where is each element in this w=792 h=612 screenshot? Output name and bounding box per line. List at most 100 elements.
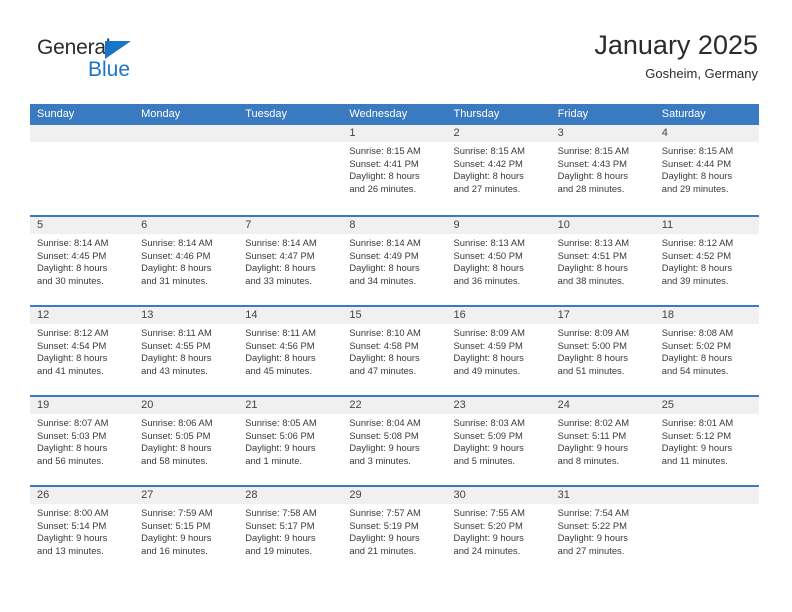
day-daylight1-text: Daylight: 9 hours [349, 442, 420, 454]
day-daylight2-text: and 19 minutes. [245, 544, 312, 556]
day-daylight1-text: Daylight: 9 hours [245, 532, 316, 544]
day-daylight2-text: and 8 minutes. [557, 454, 620, 466]
day-details: Sunrise: 8:00 AM Sunset: 5:14 PM Daylight:… [30, 504, 134, 557]
day-sunset-text: Sunset: 4:44 PM [661, 157, 732, 169]
calendar-day-cell[interactable]: 4 Sunrise: 8:15 AM Sunset: 4:44 PM Daylight… [654, 125, 759, 215]
flag-triangle-icon [105, 41, 131, 59]
day-sunset-text: Sunset: 4:46 PM [141, 249, 211, 261]
day-daylight2-text: and 45 minutes. [245, 364, 312, 376]
calendar-day-cell[interactable]: 29 Sunrise: 7:57 AM Sunset: 5:19 PM Dayligh… [342, 487, 447, 575]
weekday-header-saturday: Saturday [661, 108, 706, 120]
day-daylight1-text: Daylight: 9 hours [349, 532, 420, 544]
day-sunset-text: Sunset: 4:47 PM [245, 249, 315, 261]
day-sunset-text: Sunset: 4:43 PM [557, 157, 627, 169]
calendar-day-cell[interactable]: 11 Sunrise: 8:12 AM Sunset: 4:52 PM Dayligh… [654, 217, 759, 305]
calendar-day-cell[interactable]: 2 Sunrise: 8:15 AM Sunset: 4:42 PM Daylight… [446, 125, 551, 215]
calendar-day-cell[interactable]: 23 Sunrise: 8:03 AM Sunset: 5:09 PM Dayligh… [446, 397, 551, 485]
day-sunrise-text: Sunrise: 8:03 AM [453, 417, 525, 428]
day-sunrise-text: Sunrise: 7:55 AM [453, 507, 525, 518]
day-daylight2-text: and 49 minutes. [453, 364, 521, 376]
calendar-day-cell[interactable]: 7 Sunrise: 8:14 AM Sunset: 4:47 PM Daylight… [238, 217, 343, 305]
calendar-day-cell[interactable]: 28 Sunrise: 7:58 AM Sunset: 5:17 PM Dayligh… [238, 487, 343, 575]
day-sunset-text: Sunset: 4:50 PM [453, 249, 523, 261]
day-details: Sunrise: 8:13 AM Sunset: 4:50 PM Daylight:… [447, 234, 551, 287]
day-sunrise-text: Sunrise: 8:12 AM [37, 327, 109, 338]
location-subtitle: Gosheim, Germany [645, 66, 758, 81]
calendar-day-cell[interactable]: 19 Sunrise: 8:07 AM Sunset: 5:03 PM Dayligh… [30, 397, 135, 485]
day-sunrise-text: Sunrise: 8:07 AM [37, 417, 109, 428]
calendar-day-cell[interactable]: 26 Sunrise: 8:00 AM Sunset: 5:14 PM Dayligh… [30, 487, 135, 575]
calendar-day-cell[interactable]: 13 Sunrise: 8:11 AM Sunset: 4:55 PM Dayligh… [134, 307, 239, 395]
day-daylight2-text: and 36 minutes. [453, 274, 521, 286]
day-sunrise-text: Sunrise: 8:05 AM [245, 417, 317, 428]
day-sunset-text: Sunset: 5:22 PM [557, 519, 627, 531]
day-sunrise-text: Sunrise: 8:01 AM [661, 417, 734, 428]
calendar-week-row: 19 Sunrise: 8:07 AM Sunset: 5:03 PM Dayligh… [30, 395, 759, 485]
calendar-day-cell[interactable]: 14 Sunrise: 8:11 AM Sunset: 4:56 PM Dayligh… [238, 307, 343, 395]
calendar-day-cell[interactable]: 27 Sunrise: 7:59 AM Sunset: 5:15 PM Dayligh… [134, 487, 239, 575]
calendar-day-cell[interactable]: 25 Sunrise: 8:01 AM Sunset: 5:12 PM Dayligh… [654, 397, 759, 485]
title-block: January 2025 Gosheim, Germany [594, 28, 758, 83]
calendar-day-cell[interactable]: 9 Sunrise: 8:13 AM Sunset: 4:50 PM Daylight… [446, 217, 551, 305]
day-details: Sunrise: 8:14 AM Sunset: 4:46 PM Daylight:… [134, 234, 238, 287]
calendar-day-cell-empty [238, 125, 343, 215]
day-number: 12 [30, 307, 135, 324]
day-details: Sunrise: 7:54 AM Sunset: 5:22 PM Daylight:… [551, 504, 655, 557]
calendar-day-cell[interactable]: 31 Sunrise: 7:54 AM Sunset: 5:22 PM Dayligh… [550, 487, 655, 575]
calendar-day-cell[interactable]: 5 Sunrise: 8:14 AM Sunset: 4:45 PM Daylight… [30, 217, 135, 305]
day-sunset-text: Sunset: 5:15 PM [141, 519, 211, 531]
calendar-day-cell[interactable]: 18 Sunrise: 8:08 AM Sunset: 5:02 PM Dayligh… [654, 307, 759, 395]
day-daylight1-text: Daylight: 8 hours [245, 352, 316, 364]
day-daylight1-text: Daylight: 9 hours [557, 532, 628, 544]
day-daylight1-text: Daylight: 8 hours [453, 352, 524, 364]
calendar-day-cell[interactable]: 10 Sunrise: 8:13 AM Sunset: 4:51 PM Dayligh… [550, 217, 655, 305]
day-daylight1-text: Daylight: 8 hours [37, 442, 108, 454]
calendar-day-cell[interactable]: 30 Sunrise: 7:55 AM Sunset: 5:20 PM Dayligh… [446, 487, 551, 575]
day-sunrise-text: Sunrise: 7:54 AM [557, 507, 630, 518]
calendar-day-cell[interactable]: 3 Sunrise: 8:15 AM Sunset: 4:43 PM Daylight… [550, 125, 655, 215]
day-number: 13 [134, 307, 239, 324]
day-sunrise-text: Sunrise: 8:09 AM [557, 327, 630, 338]
day-daylight1-text: Daylight: 8 hours [349, 170, 420, 182]
day-number: 22 [342, 397, 447, 414]
day-sunrise-text: Sunrise: 8:14 AM [245, 237, 317, 248]
calendar-day-cell[interactable]: 17 Sunrise: 8:09 AM Sunset: 5:00 PM Dayligh… [550, 307, 655, 395]
calendar-day-cell[interactable]: 6 Sunrise: 8:14 AM Sunset: 4:46 PM Daylight… [134, 217, 239, 305]
day-sunrise-text: Sunrise: 8:15 AM [453, 145, 525, 156]
calendar-day-cell[interactable]: 12 Sunrise: 8:12 AM Sunset: 4:54 PM Dayligh… [30, 307, 135, 395]
day-details: Sunrise: 8:08 AM Sunset: 5:02 PM Daylight:… [655, 324, 759, 377]
day-daylight1-text: Daylight: 9 hours [37, 532, 108, 544]
day-sunset-text: Sunset: 4:52 PM [661, 249, 732, 261]
day-daylight2-text: and 39 minutes. [661, 274, 729, 286]
weekday-header-row: Sunday Monday Tuesday Wednesday Thursday… [30, 104, 759, 125]
day-number: 11 [654, 217, 759, 234]
day-number: 30 [446, 487, 551, 504]
calendar-day-cell[interactable]: 21 Sunrise: 8:05 AM Sunset: 5:06 PM Dayligh… [238, 397, 343, 485]
day-details: Sunrise: 8:09 AM Sunset: 4:59 PM Daylight:… [447, 324, 551, 377]
day-number: 4 [654, 125, 759, 142]
day-details: Sunrise: 8:15 AM Sunset: 4:44 PM Daylight:… [655, 142, 759, 195]
calendar-day-cell[interactable]: 20 Sunrise: 8:06 AM Sunset: 5:05 PM Dayligh… [134, 397, 239, 485]
day-number: 25 [654, 397, 759, 414]
day-daylight1-text: Daylight: 9 hours [453, 532, 524, 544]
day-number: 20 [134, 397, 239, 414]
day-sunrise-text: Sunrise: 8:13 AM [557, 237, 630, 248]
day-daylight1-text: Daylight: 8 hours [349, 352, 420, 364]
day-daylight1-text: Daylight: 8 hours [661, 262, 733, 274]
calendar-day-cell[interactable]: 24 Sunrise: 8:02 AM Sunset: 5:11 PM Dayligh… [550, 397, 655, 485]
day-daylight2-text: and 13 minutes. [37, 544, 104, 556]
calendar-day-cell[interactable]: 1 Sunrise: 8:15 AM Sunset: 4:41 PM Daylight… [342, 125, 447, 215]
day-sunset-text: Sunset: 4:42 PM [453, 157, 523, 169]
calendar-day-cell[interactable]: 22 Sunrise: 8:04 AM Sunset: 5:08 PM Dayligh… [342, 397, 447, 485]
day-number: 9 [446, 217, 551, 234]
day-details: Sunrise: 7:57 AM Sunset: 5:19 PM Daylight:… [342, 504, 446, 557]
calendar-day-cell[interactable]: 16 Sunrise: 8:09 AM Sunset: 4:59 PM Dayligh… [446, 307, 551, 395]
day-sunset-text: Sunset: 5:11 PM [557, 429, 627, 441]
calendar-day-cell[interactable]: 8 Sunrise: 8:14 AM Sunset: 4:49 PM Daylight… [342, 217, 447, 305]
weekday-header-monday: Monday [141, 108, 181, 120]
day-daylight2-text: and 16 minutes. [141, 544, 208, 556]
day-sunset-text: Sunset: 4:58 PM [349, 339, 419, 351]
day-details: Sunrise: 7:58 AM Sunset: 5:17 PM Daylight:… [238, 504, 342, 557]
calendar-day-cell[interactable]: 15 Sunrise: 8:10 AM Sunset: 4:58 PM Dayligh… [342, 307, 447, 395]
day-daylight2-text: and 26 minutes. [349, 182, 417, 194]
